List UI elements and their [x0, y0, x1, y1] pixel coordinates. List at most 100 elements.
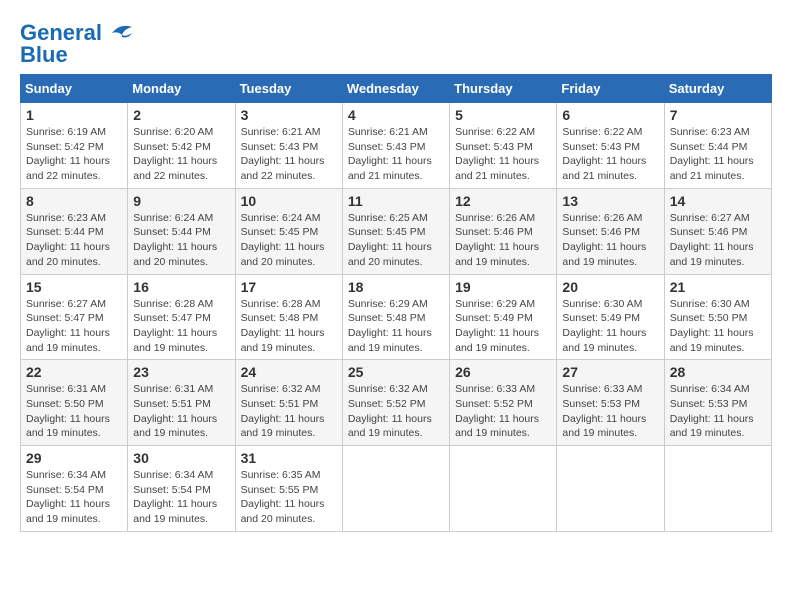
header-tuesday: Tuesday — [235, 75, 342, 103]
calendar-day-24: 24Sunrise: 6:32 AM Sunset: 5:51 PM Dayli… — [235, 360, 342, 446]
calendar-week-4: 22 Sunrise: 6:31 AM Sunset: 5:50 PM Dayli… — [21, 360, 772, 446]
header-monday: Monday — [128, 75, 235, 103]
header-wednesday: Wednesday — [342, 75, 449, 103]
day-info-15: Sunrise: 6:27 AM Sunset: 5:47 PM Dayligh… — [26, 297, 122, 356]
calendar-header-row: SundayMondayTuesdayWednesdayThursdayFrid… — [21, 75, 772, 103]
calendar-day-15: 15Sunrise: 6:27 AM Sunset: 5:47 PM Dayli… — [21, 274, 128, 360]
calendar-day-22: 22 Sunrise: 6:31 AM Sunset: 5:50 PM Dayli… — [21, 360, 128, 446]
calendar-week-1: 1 Sunrise: 6:19 AM Sunset: 5:42 PM Daylig… — [21, 103, 772, 189]
day-info-5: Sunrise: 6:22 AM Sunset: 5:43 PM Dayligh… — [455, 125, 551, 184]
calendar-day-11: 11 Sunrise: 6:25 AM Sunset: 5:45 PM Dayli… — [342, 188, 449, 274]
day-number-17: 17 — [241, 279, 337, 295]
calendar-day-4: 4 Sunrise: 6:21 AM Sunset: 5:43 PM Daylig… — [342, 103, 449, 189]
logo-blue-text: Blue — [20, 42, 68, 68]
day-info-24: Sunrise: 6:32 AM Sunset: 5:51 PM Dayligh… — [241, 382, 337, 441]
calendar-day-18: 18 Sunrise: 6:29 AM Sunset: 5:48 PM Dayli… — [342, 274, 449, 360]
calendar-day-3: 3Sunrise: 6:21 AM Sunset: 5:43 PM Daylig… — [235, 103, 342, 189]
day-info-3: Sunrise: 6:21 AM Sunset: 5:43 PM Dayligh… — [241, 125, 337, 184]
calendar-day-21: 21Sunrise: 6:30 AM Sunset: 5:50 PM Dayli… — [664, 274, 771, 360]
day-number-13: 13 — [562, 193, 658, 209]
day-info-20: Sunrise: 6:30 AM Sunset: 5:49 PM Dayligh… — [562, 297, 658, 356]
day-info-8: Sunrise: 6:23 AM Sunset: 5:44 PM Dayligh… — [26, 211, 122, 270]
day-info-27: Sunrise: 6:33 AM Sunset: 5:53 PM Dayligh… — [562, 382, 658, 441]
calendar-day-19: 19 Sunrise: 6:29 AM Sunset: 5:49 PM Dayli… — [450, 274, 557, 360]
day-number-8: 8 — [26, 193, 122, 209]
day-info-16: Sunrise: 6:28 AM Sunset: 5:47 PM Dayligh… — [133, 297, 229, 356]
calendar-day-29: 29 Sunrise: 6:34 AM Sunset: 5:54 PM Dayli… — [21, 446, 128, 532]
day-info-14: Sunrise: 6:27 AM Sunset: 5:46 PM Dayligh… — [670, 211, 766, 270]
day-info-2: Sunrise: 6:20 AM Sunset: 5:42 PM Dayligh… — [133, 125, 229, 184]
day-info-25: Sunrise: 6:32 AM Sunset: 5:52 PM Dayligh… — [348, 382, 444, 441]
day-number-29: 29 — [26, 450, 122, 466]
day-number-26: 26 — [455, 364, 551, 380]
day-info-1: Sunrise: 6:19 AM Sunset: 5:42 PM Dayligh… — [26, 125, 122, 184]
calendar-week-3: 15Sunrise: 6:27 AM Sunset: 5:47 PM Dayli… — [21, 274, 772, 360]
day-number-6: 6 — [562, 107, 658, 123]
day-info-18: Sunrise: 6:29 AM Sunset: 5:48 PM Dayligh… — [348, 297, 444, 356]
calendar-day-30: 30Sunrise: 6:34 AM Sunset: 5:54 PM Dayli… — [128, 446, 235, 532]
calendar-day-9: 9 Sunrise: 6:24 AM Sunset: 5:44 PM Daylig… — [128, 188, 235, 274]
day-number-1: 1 — [26, 107, 122, 123]
calendar-day-31: 31Sunrise: 6:35 AM Sunset: 5:55 PM Dayli… — [235, 446, 342, 532]
day-info-26: Sunrise: 6:33 AM Sunset: 5:52 PM Dayligh… — [455, 382, 551, 441]
calendar-day-25: 25 Sunrise: 6:32 AM Sunset: 5:52 PM Dayli… — [342, 360, 449, 446]
day-info-22: Sunrise: 6:31 AM Sunset: 5:50 PM Dayligh… — [26, 382, 122, 441]
calendar-day-28: 28 Sunrise: 6:34 AM Sunset: 5:53 PM Dayli… — [664, 360, 771, 446]
day-info-17: Sunrise: 6:28 AM Sunset: 5:48 PM Dayligh… — [241, 297, 337, 356]
calendar-week-5: 29 Sunrise: 6:34 AM Sunset: 5:54 PM Dayli… — [21, 446, 772, 532]
calendar-day-2: 2 Sunrise: 6:20 AM Sunset: 5:42 PM Daylig… — [128, 103, 235, 189]
day-info-29: Sunrise: 6:34 AM Sunset: 5:54 PM Dayligh… — [26, 468, 122, 527]
calendar-table: SundayMondayTuesdayWednesdayThursdayFrid… — [20, 74, 772, 532]
day-number-12: 12 — [455, 193, 551, 209]
calendar-empty — [557, 446, 664, 532]
day-info-12: Sunrise: 6:26 AM Sunset: 5:46 PM Dayligh… — [455, 211, 551, 270]
calendar-day-14: 14 Sunrise: 6:27 AM Sunset: 5:46 PM Dayli… — [664, 188, 771, 274]
day-info-9: Sunrise: 6:24 AM Sunset: 5:44 PM Dayligh… — [133, 211, 229, 270]
logo-bird-icon — [104, 23, 136, 43]
calendar-day-16: 16Sunrise: 6:28 AM Sunset: 5:47 PM Dayli… — [128, 274, 235, 360]
day-number-18: 18 — [348, 279, 444, 295]
day-number-22: 22 — [26, 364, 122, 380]
day-number-25: 25 — [348, 364, 444, 380]
calendar-day-23: 23 Sunrise: 6:31 AM Sunset: 5:51 PM Dayli… — [128, 360, 235, 446]
day-info-4: Sunrise: 6:21 AM Sunset: 5:43 PM Dayligh… — [348, 125, 444, 184]
day-info-11: Sunrise: 6:25 AM Sunset: 5:45 PM Dayligh… — [348, 211, 444, 270]
calendar-day-6: 6 Sunrise: 6:22 AM Sunset: 5:43 PM Daylig… — [557, 103, 664, 189]
header-sunday: Sunday — [21, 75, 128, 103]
calendar-empty — [664, 446, 771, 532]
calendar-empty — [342, 446, 449, 532]
day-number-27: 27 — [562, 364, 658, 380]
calendar-day-13: 13 Sunrise: 6:26 AM Sunset: 5:46 PM Dayli… — [557, 188, 664, 274]
day-number-4: 4 — [348, 107, 444, 123]
day-info-31: Sunrise: 6:35 AM Sunset: 5:55 PM Dayligh… — [241, 468, 337, 527]
day-number-9: 9 — [133, 193, 229, 209]
day-number-23: 23 — [133, 364, 229, 380]
calendar-day-7: 7Sunrise: 6:23 AM Sunset: 5:44 PM Daylig… — [664, 103, 771, 189]
day-number-21: 21 — [670, 279, 766, 295]
day-number-20: 20 — [562, 279, 658, 295]
header-thursday: Thursday — [450, 75, 557, 103]
calendar-day-20: 20 Sunrise: 6:30 AM Sunset: 5:49 PM Dayli… — [557, 274, 664, 360]
day-info-6: Sunrise: 6:22 AM Sunset: 5:43 PM Dayligh… — [562, 125, 658, 184]
calendar-day-26: 26 Sunrise: 6:33 AM Sunset: 5:52 PM Dayli… — [450, 360, 557, 446]
header: General Blue — [20, 20, 772, 68]
calendar-day-12: 12 Sunrise: 6:26 AM Sunset: 5:46 PM Dayli… — [450, 188, 557, 274]
logo: General Blue — [20, 20, 136, 68]
day-number-14: 14 — [670, 193, 766, 209]
calendar-day-1: 1 Sunrise: 6:19 AM Sunset: 5:42 PM Daylig… — [21, 103, 128, 189]
day-number-30: 30 — [133, 450, 229, 466]
header-saturday: Saturday — [664, 75, 771, 103]
day-info-13: Sunrise: 6:26 AM Sunset: 5:46 PM Dayligh… — [562, 211, 658, 270]
calendar-empty — [450, 446, 557, 532]
day-number-11: 11 — [348, 193, 444, 209]
day-number-19: 19 — [455, 279, 551, 295]
day-info-7: Sunrise: 6:23 AM Sunset: 5:44 PM Dayligh… — [670, 125, 766, 184]
day-info-28: Sunrise: 6:34 AM Sunset: 5:53 PM Dayligh… — [670, 382, 766, 441]
day-info-19: Sunrise: 6:29 AM Sunset: 5:49 PM Dayligh… — [455, 297, 551, 356]
day-number-2: 2 — [133, 107, 229, 123]
day-info-23: Sunrise: 6:31 AM Sunset: 5:51 PM Dayligh… — [133, 382, 229, 441]
day-number-28: 28 — [670, 364, 766, 380]
day-info-10: Sunrise: 6:24 AM Sunset: 5:45 PM Dayligh… — [241, 211, 337, 270]
day-number-10: 10 — [241, 193, 337, 209]
calendar-day-27: 27 Sunrise: 6:33 AM Sunset: 5:53 PM Dayli… — [557, 360, 664, 446]
